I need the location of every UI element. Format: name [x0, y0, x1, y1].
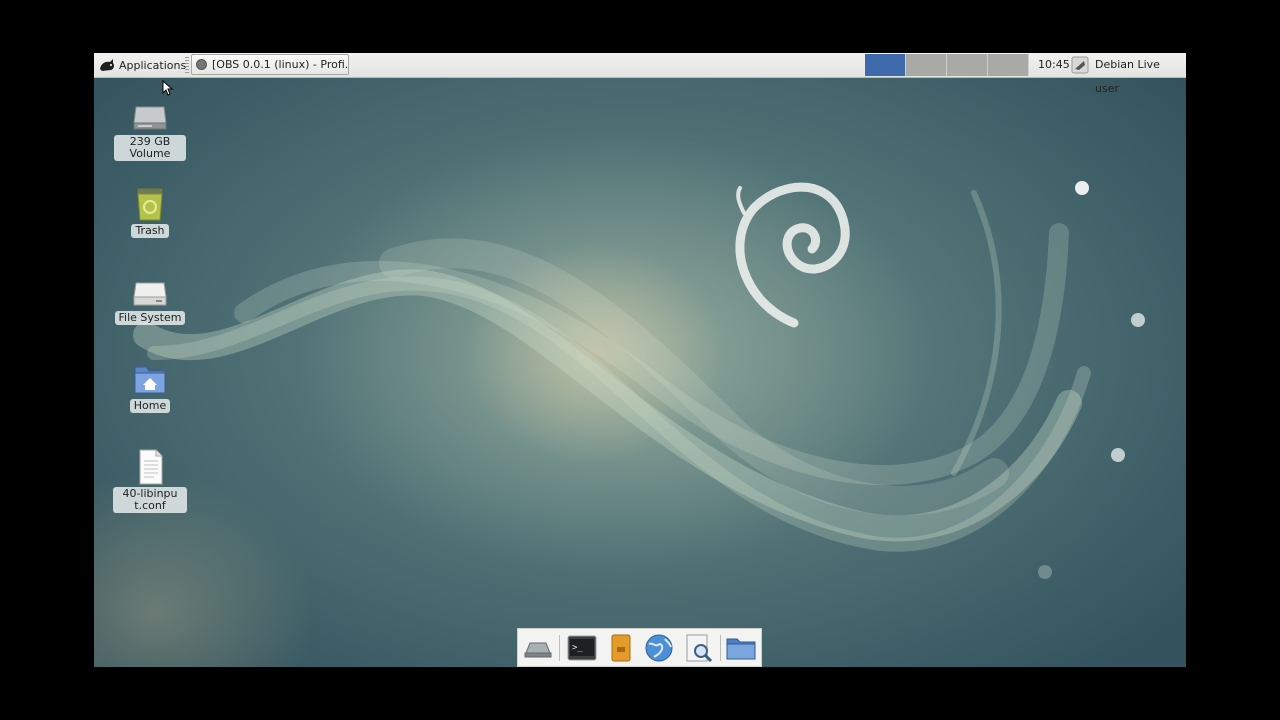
filesystem-icon	[133, 282, 167, 306]
xfce-mouse-icon	[100, 59, 115, 71]
mouse-cursor-icon	[162, 80, 174, 96]
desktop-icon-libinput-conf[interactable]: 40-libinput.conf	[110, 449, 190, 513]
home-folder-icon	[134, 366, 166, 394]
workspace-2[interactable]	[906, 54, 947, 76]
web-browser-icon[interactable]	[643, 633, 675, 663]
obs-window-icon	[196, 59, 207, 70]
desktop-icon-label: 239 GB Volume	[114, 135, 186, 161]
panel-separator	[185, 57, 189, 73]
taskbar-window-button[interactable]: [OBS 0.0.1 (linux) - Profi...	[191, 54, 349, 75]
applications-menu-button[interactable]: Applications	[96, 54, 188, 76]
desktop-icon-label: 40-libinput.conf	[113, 487, 187, 513]
folder-icon[interactable]	[725, 633, 757, 663]
desktop-icon-trash[interactable]: Trash	[110, 186, 190, 238]
workspace-switcher	[865, 54, 1029, 76]
dock-separator	[720, 635, 721, 661]
show-desktop-icon[interactable]	[522, 633, 554, 663]
debian-swirl-logo	[735, 182, 850, 328]
terminal-icon[interactable]: >_	[566, 633, 598, 663]
drive-icon	[133, 106, 167, 130]
text-file-icon	[139, 449, 163, 485]
file-manager-icon[interactable]	[605, 633, 637, 663]
desktop-icon-filesystem[interactable]: File System	[110, 273, 190, 325]
bottom-dock: >_	[517, 628, 762, 667]
top-panel: Applications [OBS 0.0.1 (linux) - Profi.…	[94, 53, 1186, 95]
app-finder-icon[interactable]	[682, 633, 714, 663]
svg-text:>_: >_	[572, 643, 583, 653]
session-user-name[interactable]: Debian Live user	[1095, 53, 1186, 95]
user-action-icon[interactable]	[1071, 56, 1089, 74]
desktop-icon-label: Trash	[131, 224, 169, 238]
workspace-1[interactable]	[865, 54, 906, 76]
workspace-3[interactable]	[947, 54, 988, 76]
dock-separator	[559, 635, 560, 661]
desktop-icon-volume[interactable]: 239 GB Volume	[110, 97, 190, 161]
applications-label: Applications	[119, 58, 187, 72]
panel-clock[interactable]: 10:45	[1038, 53, 1070, 77]
desktop-icon-label: File System	[114, 311, 186, 325]
trash-icon	[136, 187, 164, 221]
taskbar-window-title: [OBS 0.0.1 (linux) - Profi...	[212, 58, 349, 71]
desktop-icon-label: Home	[129, 399, 171, 413]
desktop-icon-home[interactable]: Home	[110, 361, 190, 413]
workspace-4[interactable]	[988, 54, 1029, 76]
debian-wallpaper	[133, 181, 1145, 579]
desktop-screen: Applications [OBS 0.0.1 (linux) - Profi.…	[94, 53, 1186, 667]
